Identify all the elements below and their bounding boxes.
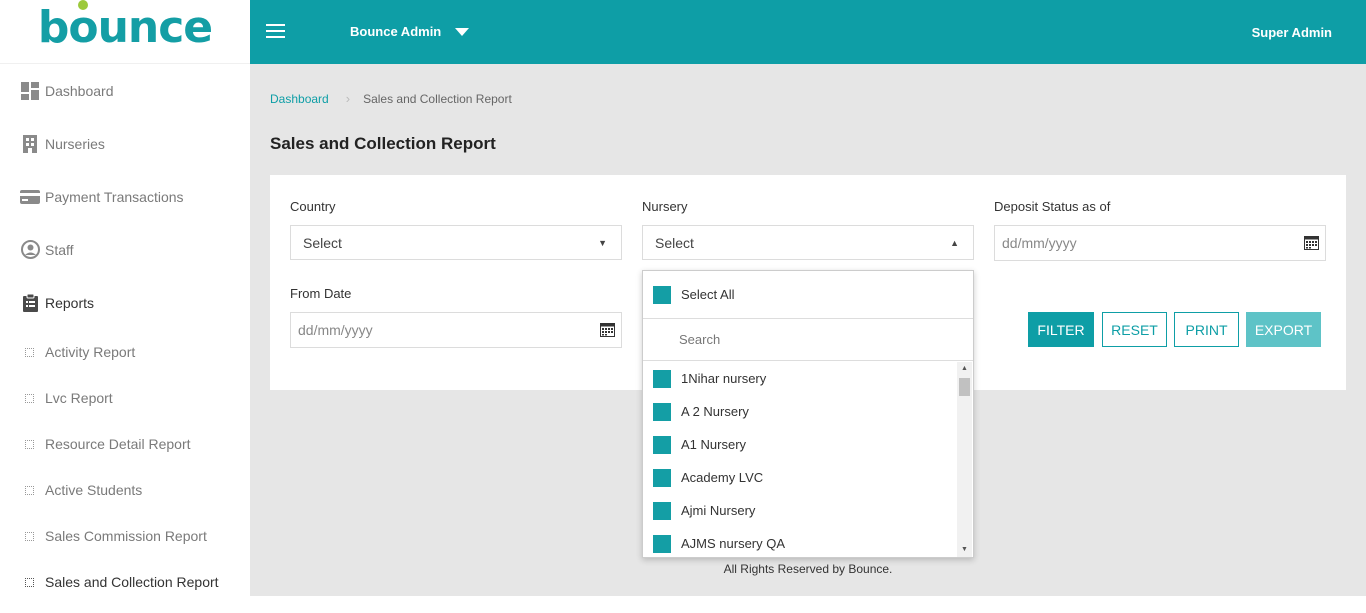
sidebar-item-label: Dashboard bbox=[45, 82, 114, 99]
sidebar-subitem-label: Active Students bbox=[45, 482, 143, 498]
triangle-up-icon: ▲ bbox=[950, 238, 959, 248]
sidebar-item-label: Reports bbox=[45, 294, 95, 311]
admin-title: Bounce Admin bbox=[350, 24, 442, 39]
sidebar-subitem-label: Sales Commission Report bbox=[45, 528, 207, 544]
logo-area: bounce bbox=[0, 0, 250, 64]
hamburger-menu-icon[interactable] bbox=[266, 24, 285, 38]
triangle-down-icon: ▼ bbox=[598, 238, 607, 248]
filter-button[interactable]: FILTER bbox=[1028, 312, 1094, 347]
user-circle-icon bbox=[20, 240, 40, 260]
country-label: Country bbox=[290, 199, 336, 214]
bullet-icon bbox=[25, 485, 34, 495]
nursery-option-label: 1Nihar nursery bbox=[681, 371, 767, 386]
sidebar-item-label: Nurseries bbox=[45, 135, 105, 152]
nursery-option-label: Ajmi Nursery bbox=[681, 503, 756, 518]
nursery-option-label: A1 Nursery bbox=[681, 437, 747, 452]
page-title: Sales and Collection Report bbox=[270, 134, 496, 153]
scroll-up-icon[interactable]: ▲ bbox=[957, 362, 972, 376]
sidebar-subitem-sales-commission-report[interactable]: Sales Commission Report bbox=[0, 513, 250, 559]
nursery-select-value: Select bbox=[655, 234, 694, 251]
sidebar-item-nurseries[interactable]: Nurseries bbox=[0, 117, 250, 170]
from-date-placeholder: dd/mm/yyyy bbox=[298, 322, 373, 338]
deposit-date-placeholder: dd/mm/yyyy bbox=[1002, 235, 1077, 251]
sidebar-item-label: Staff bbox=[45, 241, 74, 258]
checkbox-icon[interactable] bbox=[653, 402, 671, 421]
bullet-icon bbox=[25, 393, 34, 403]
sidebar-item-label: Payment Transactions bbox=[45, 188, 184, 205]
scrollbar-thumb[interactable] bbox=[959, 378, 970, 396]
user-menu[interactable]: Super Admin bbox=[1252, 25, 1332, 40]
nursery-label: Nursery bbox=[642, 199, 688, 214]
sidebar-item-staff[interactable]: Staff bbox=[0, 223, 250, 276]
country-select-value: Select bbox=[303, 234, 342, 251]
building-icon bbox=[20, 134, 40, 154]
sidebar-subitem-activity-report[interactable]: Activity Report bbox=[0, 329, 250, 375]
country-select[interactable]: Select ▼ bbox=[290, 225, 622, 260]
scroll-down-icon[interactable]: ▼ bbox=[957, 543, 972, 557]
nursery-option[interactable]: Academy LVC bbox=[643, 461, 957, 494]
sidebar-subitem-label: Activity Report bbox=[45, 344, 136, 360]
export-button[interactable]: EXPORT bbox=[1246, 312, 1321, 347]
calendar-icon[interactable] bbox=[600, 322, 615, 337]
checkbox-icon[interactable] bbox=[653, 435, 671, 454]
dropdown-search bbox=[643, 319, 973, 361]
nursery-option-label: Academy LVC bbox=[681, 470, 764, 485]
bullet-icon bbox=[25, 531, 34, 541]
sidebar-item-payment-transactions[interactable]: Payment Transactions bbox=[0, 170, 250, 223]
from-date-label: From Date bbox=[290, 286, 352, 301]
nursery-select[interactable]: Select ▲ bbox=[642, 225, 974, 260]
sidebar-item-reports[interactable]: Reports bbox=[0, 276, 250, 329]
nursery-option-list: 1Nihar nursery A 2 Nursery A1 Nursery Ac… bbox=[643, 362, 957, 558]
sidebar-item-dashboard[interactable]: Dashboard bbox=[0, 64, 250, 117]
sidebar-subitem-active-students[interactable]: Active Students bbox=[0, 467, 250, 513]
nursery-dropdown: Select All 1Nihar nursery A 2 Nursery A1… bbox=[642, 270, 974, 558]
checkbox-icon[interactable] bbox=[653, 534, 671, 553]
bullet-icon bbox=[25, 347, 34, 357]
bullet-icon bbox=[25, 439, 34, 449]
sidebar-subitem-label: Lvc Report bbox=[45, 390, 113, 406]
select-all-option[interactable]: Select All bbox=[643, 271, 973, 319]
sidebar-subitem-label: Resource Detail Report bbox=[45, 436, 191, 452]
nursery-option[interactable]: 1Nihar nursery bbox=[643, 362, 957, 395]
sidebar-subitem-sales-and-collection-report[interactable]: Sales and Collection Report bbox=[0, 559, 250, 605]
breadcrumb-current: Sales and Collection Report bbox=[363, 91, 512, 106]
nursery-search-input[interactable] bbox=[643, 319, 973, 360]
select-all-label: Select All bbox=[681, 287, 735, 302]
checkbox-icon[interactable] bbox=[653, 369, 671, 388]
nursery-option-label: A 2 Nursery bbox=[681, 404, 749, 419]
footer-text: All Rights Reserved by Bounce. bbox=[723, 562, 893, 576]
from-date-input[interactable]: dd/mm/yyyy bbox=[290, 312, 622, 348]
print-button[interactable]: PRINT bbox=[1174, 312, 1239, 347]
checkbox-icon[interactable] bbox=[653, 468, 671, 487]
checkbox-icon[interactable] bbox=[653, 501, 671, 520]
calendar-icon[interactable] bbox=[1304, 235, 1319, 250]
reset-button[interactable]: RESET bbox=[1102, 312, 1167, 347]
bottom-strip bbox=[250, 596, 1366, 613]
deposit-status-date-input[interactable]: dd/mm/yyyy bbox=[994, 225, 1326, 261]
dashboard-icon bbox=[20, 81, 40, 101]
checkbox-icon[interactable] bbox=[653, 285, 671, 304]
nursery-option[interactable]: A 2 Nursery bbox=[643, 395, 957, 428]
bounce-logo[interactable]: bounce bbox=[38, 0, 213, 53]
breadcrumb-home-link[interactable]: Dashboard bbox=[270, 92, 329, 106]
chevron-right-icon: › bbox=[345, 91, 351, 106]
clipboard-icon bbox=[20, 293, 40, 313]
nursery-option[interactable]: AJMS nursery QA bbox=[643, 527, 957, 558]
sidebar-nav: Dashboard Nurseries Payment Transactions… bbox=[0, 64, 250, 605]
nursery-option[interactable]: A1 Nursery bbox=[643, 428, 957, 461]
breadcrumb: Dashboard › Sales and Collection Report bbox=[270, 91, 512, 106]
nursery-option[interactable]: Ajmi Nursery bbox=[643, 494, 957, 527]
bullet-icon bbox=[25, 577, 34, 587]
dropdown-scrollbar[interactable]: ▲ ▼ bbox=[957, 362, 972, 557]
admin-dropdown[interactable]: Bounce Admin bbox=[350, 24, 470, 39]
nursery-option-label: AJMS nursery QA bbox=[681, 536, 786, 551]
sidebar: bounce Dashboard Nurseries Payment Trans… bbox=[0, 0, 250, 613]
sidebar-subitem-resource-detail-report[interactable]: Resource Detail Report bbox=[0, 421, 250, 467]
top-bar: Bounce Admin Super Admin bbox=[250, 0, 1366, 64]
sidebar-subitem-lvc-report[interactable]: Lvc Report bbox=[0, 375, 250, 421]
deposit-status-label: Deposit Status as of bbox=[994, 199, 1111, 214]
credit-card-icon bbox=[20, 187, 40, 207]
sidebar-subitem-label: Sales and Collection Report bbox=[45, 574, 219, 590]
caret-down-icon bbox=[455, 27, 470, 36]
